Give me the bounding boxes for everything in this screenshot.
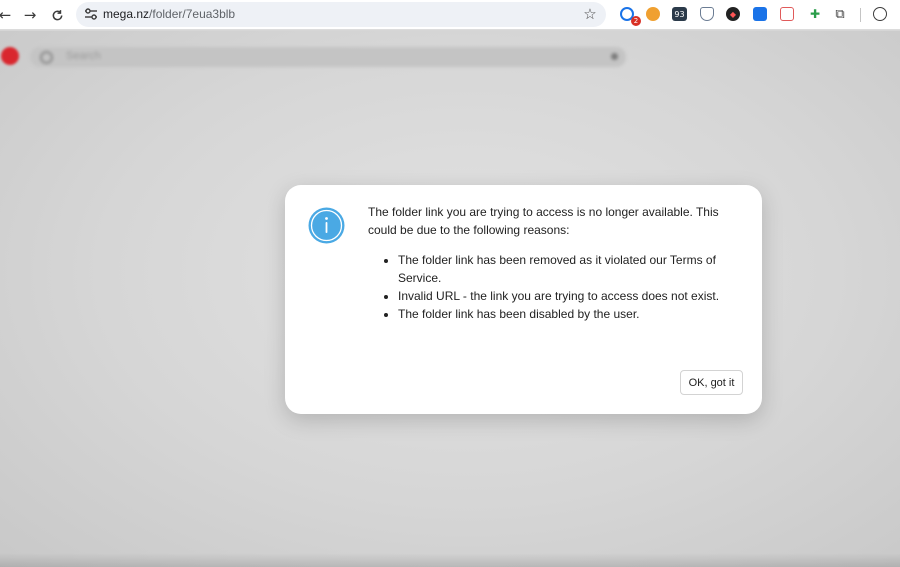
extension-icon[interactable] [753,7,767,21]
unavailable-link-dialog: The folder link you are trying to access… [285,185,762,414]
puzzle-extensions-icon[interactable]: ⧉ [833,7,847,22]
browser-toolbar: ← → mega.nz/folder/7eua3blb ☆ 2 93 ◆ ✚ ⧉ [0,0,900,30]
dialog-message: The folder link you are trying to access… [368,205,719,237]
reason-item: Invalid URL - the link you are trying to… [398,287,743,305]
bookmark-star-icon[interactable]: ☆ [580,4,600,24]
search-placeholder: Search [66,50,101,62]
search-icon [40,51,53,64]
url-host: mega.nz [103,7,150,21]
reload-icon[interactable] [47,5,67,25]
extension-icon[interactable]: 93 [672,7,687,21]
extension-icon[interactable]: 2 [620,7,641,26]
extension-icon[interactable] [646,7,660,21]
bottom-shadow [0,553,900,567]
reasons-list: The folder link has been removed as it v… [368,251,743,323]
url-path: /folder/7eua3blb [149,7,236,21]
search-options-icon [611,53,618,60]
reason-item: The folder link has been disabled by the… [398,305,743,323]
ok-button[interactable]: OK, got it [680,370,743,395]
extension-icon[interactable] [780,7,794,21]
toolbar-divider [860,8,861,22]
url-text[interactable]: mega.nz/folder/7eua3blb [103,7,235,21]
reason-item: The folder link has been removed as it v… [398,251,743,287]
search-bar: Search [30,47,626,67]
extension-label: 93 [674,9,685,19]
address-bar[interactable]: mega.nz/folder/7eua3blb ☆ [76,2,606,27]
profile-icon[interactable] [873,7,887,21]
forward-arrow-icon[interactable]: → [20,5,40,25]
extension-badge: 2 [631,16,641,26]
extension-icon[interactable]: ◆ [726,7,740,21]
back-arrow-icon[interactable]: ← [0,5,15,25]
shield-icon[interactable] [700,7,714,21]
site-settings-icon[interactable] [82,5,100,23]
info-icon [308,207,345,244]
mega-logo-icon [1,47,19,65]
extension-icon[interactable]: ✚ [808,7,822,21]
